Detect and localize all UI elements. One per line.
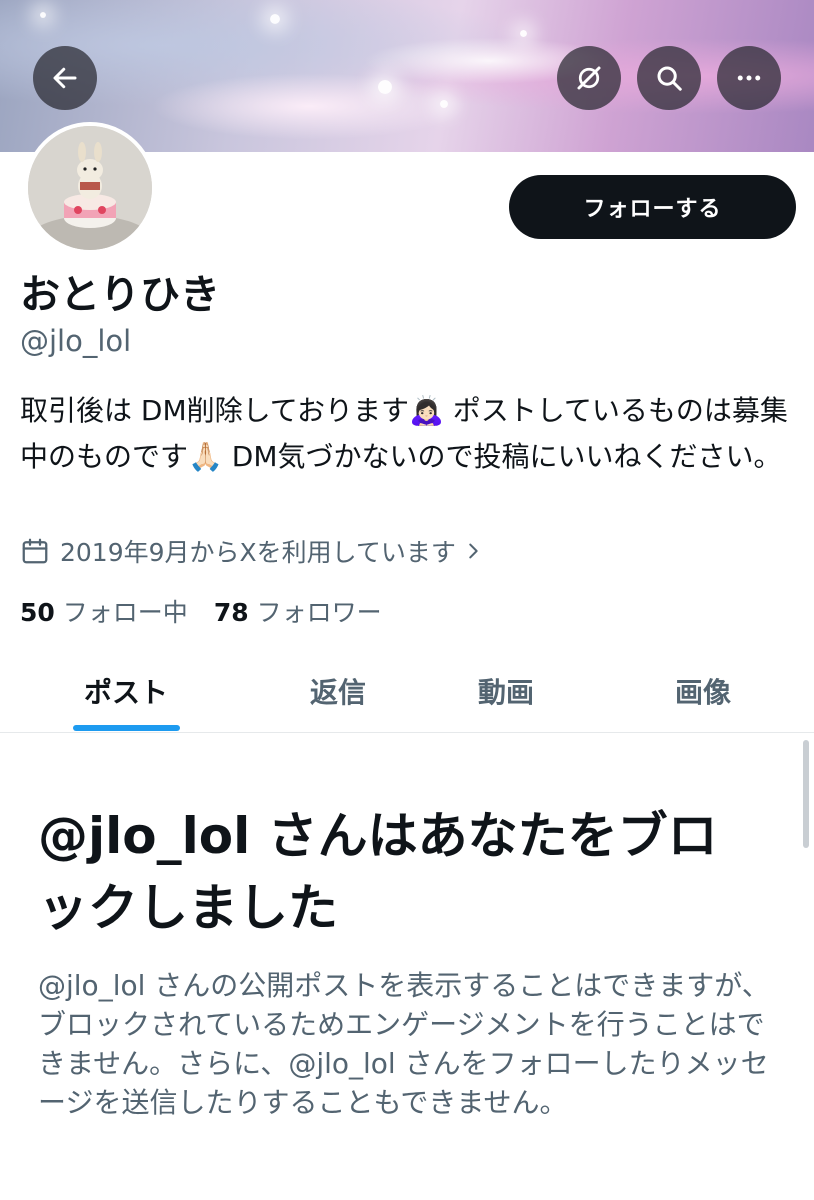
followers-count: 78	[213, 598, 249, 627]
blocked-title: @jlo_lol さんはあなたをブロックしました	[38, 807, 718, 937]
banner-sparkle	[378, 80, 392, 94]
follow-button[interactable]: フォローする	[509, 175, 796, 239]
following-link[interactable]: 50 フォロー中	[20, 593, 188, 629]
bowing-woman-emoji: 🙇🏻‍♀️	[408, 394, 444, 427]
follow-stats: 50 フォロー中 78 フォロワー	[20, 593, 382, 629]
banner-sparkle	[40, 12, 46, 18]
banner-sparkle	[520, 30, 527, 37]
scrollbar[interactable]	[803, 740, 809, 848]
followers-label: フォロワー	[256, 598, 382, 627]
grok-button[interactable]	[557, 46, 621, 110]
more-horizontal-icon	[737, 75, 761, 81]
banner-sparkle	[270, 14, 280, 24]
banner-sparkle	[440, 100, 448, 108]
tab-images[interactable]: 画像	[617, 650, 789, 732]
avatar-image	[28, 126, 152, 250]
bio-text: DM気づかないので投稿にいいねください。	[222, 440, 782, 473]
profile-handle: @jlo_lol	[20, 324, 132, 358]
calendar-icon	[22, 538, 48, 564]
tab-videos[interactable]: 動画	[420, 650, 592, 732]
avatar[interactable]	[24, 122, 156, 254]
tab-replies[interactable]: 返信	[252, 650, 424, 732]
more-button[interactable]	[717, 46, 781, 110]
following-count: 50	[20, 598, 55, 627]
tab-posts[interactable]: ポスト	[40, 650, 212, 732]
chevron-right-icon	[469, 543, 478, 559]
arrow-left-icon	[53, 67, 77, 89]
bio-text: 取引後は DM削除しております	[20, 394, 409, 427]
search-icon	[657, 66, 682, 91]
profile-tabs: ポスト 返信 動画 画像	[0, 650, 814, 733]
following-label: フォロー中	[62, 598, 188, 627]
profile-name: おとりひき	[20, 272, 220, 318]
grok-slash-icon	[577, 66, 601, 90]
profile-bio: 取引後は DM削除しております🙇🏻‍♀️ ポストしているものは募集中のものです🙏…	[20, 388, 810, 480]
back-button[interactable]	[33, 46, 97, 110]
joined-date[interactable]: 2019年9月からXを利用しています	[20, 533, 484, 569]
joined-text: 2019年9月からXを利用しています	[60, 538, 456, 567]
folded-hands-emoji: 🙏🏻	[188, 440, 223, 473]
followers-link[interactable]: 78 フォロワー	[214, 593, 382, 629]
blocked-message: @jlo_lol さんの公開ポストを表示することはできますが、ブロックされている…	[38, 969, 770, 1119]
search-button[interactable]	[637, 46, 701, 110]
active-tab-indicator	[73, 725, 180, 731]
